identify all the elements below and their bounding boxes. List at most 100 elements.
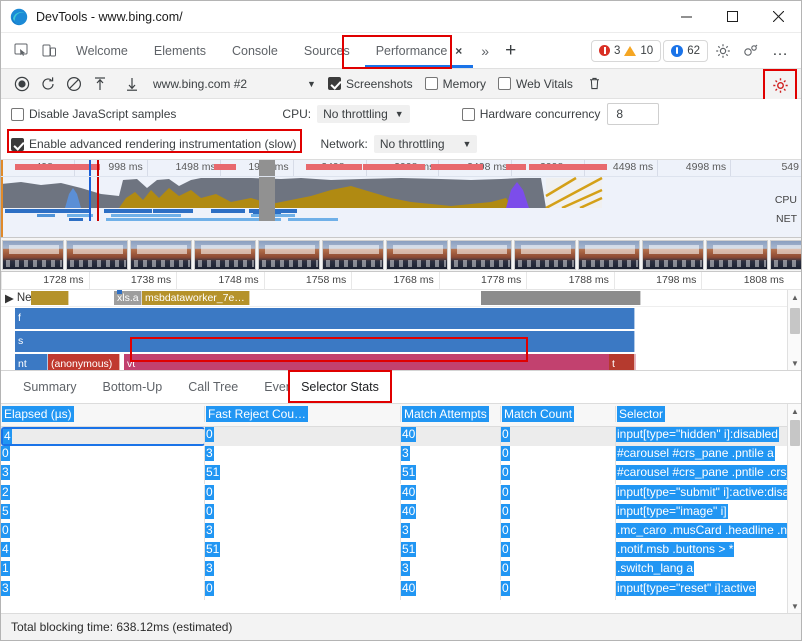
- table-cell[interactable]: 0: [501, 561, 616, 581]
- filmstrip-thumbnail[interactable]: [578, 240, 640, 270]
- filmstrip-thumbnail[interactable]: [770, 240, 801, 270]
- inspect-element-icon[interactable]: [7, 33, 35, 68]
- customize-devtools-icon[interactable]: [738, 38, 764, 64]
- table-scrollbar[interactable]: ▲ ▼: [787, 404, 801, 613]
- table-cell[interactable]: 40: [401, 427, 501, 446]
- checkbox-icon[interactable]: [327, 77, 341, 90]
- table-cell[interactable]: input[type="submit" i]:active:disabled: [616, 484, 789, 504]
- disable-js-samples-checkbox[interactable]: Disable JavaScript samples: [11, 107, 176, 121]
- tab-console[interactable]: Console: [219, 33, 291, 68]
- hardware-concurrency-input[interactable]: 8: [607, 103, 660, 125]
- flame-bar[interactable]: nt: [15, 354, 48, 370]
- flame-row[interactable]: s: [1, 330, 801, 353]
- filmstrip-thumbnail[interactable]: [450, 240, 512, 270]
- more-tabs-icon[interactable]: »: [475, 33, 495, 68]
- table-row[interactable]: 5 0 40 0 input[type="image" i]: [1, 503, 801, 523]
- table-cell[interactable]: 40: [401, 580, 501, 600]
- close-icon[interactable]: ×: [455, 44, 462, 58]
- table-cell[interactable]: 0: [501, 503, 616, 523]
- table-cell[interactable]: input[type="image" i]: [616, 503, 789, 523]
- table-cell[interactable]: 4: [1, 427, 205, 446]
- table-cell[interactable]: 0: [501, 427, 616, 446]
- table-cell[interactable]: 0: [205, 503, 401, 523]
- column-header[interactable]: Match Attempts: [401, 406, 501, 422]
- table-row[interactable]: 4 0 40 0 input[type="hidden" i]:disabled: [1, 427, 801, 447]
- table-cell[interactable]: .mc_caro .musCard .headline .nav a::afte…: [616, 522, 789, 542]
- table-cell[interactable]: 3: [205, 522, 401, 542]
- scrollbar-thumb[interactable]: [790, 308, 800, 334]
- flame-row[interactable]: f: [1, 307, 801, 330]
- table-cell[interactable]: 3: [401, 561, 501, 581]
- table-row[interactable]: 1 3 3 0 .switch_lang a: [1, 561, 801, 581]
- filmstrip-thumbnail[interactable]: [66, 240, 128, 270]
- tab-selector-stats[interactable]: Selector Stats: [288, 370, 392, 403]
- gear-icon[interactable]: [710, 38, 736, 64]
- checkbox-icon[interactable]: [11, 107, 24, 121]
- maximize-button[interactable]: [709, 1, 755, 33]
- network-request-bar[interactable]: [481, 291, 641, 305]
- filmstrip-thumbnail[interactable]: [258, 240, 320, 270]
- table-cell[interactable]: 3: [1, 580, 205, 600]
- profile-name[interactable]: www.bing.com #2: [153, 77, 247, 91]
- tab-performance[interactable]: Performance ×: [363, 33, 476, 68]
- close-button[interactable]: [755, 1, 801, 33]
- record-button[interactable]: [9, 71, 35, 97]
- table-cell[interactable]: 0: [1, 446, 205, 466]
- scroll-down-arrow[interactable]: ▼: [788, 356, 801, 370]
- flame-bar[interactable]: (anonymous): [48, 354, 120, 370]
- timeline-overview[interactable]: 498 ms998 ms1498 ms1998 ms2498 ms2998 ms…: [1, 160, 801, 238]
- selector-stats-table[interactable]: Elapsed (µs) Fast Reject Cou… Match Attemp…: [1, 404, 801, 614]
- table-cell[interactable]: 51: [401, 465, 501, 485]
- tab-sources[interactable]: Sources: [291, 33, 363, 68]
- checkbox-icon[interactable]: [461, 107, 475, 121]
- table-cell[interactable]: input[type="hidden" i]:disabled: [616, 427, 789, 446]
- issues-counts[interactable]: 3 10: [591, 39, 662, 62]
- flame-bar[interactable]: s: [15, 331, 635, 352]
- table-row[interactable]: 3 51 51 0 #carousel #crs_pane .pntile .crs_i…: [1, 465, 801, 485]
- table-cell[interactable]: 0: [1, 522, 205, 542]
- scroll-down-arrow[interactable]: ▼: [788, 599, 801, 613]
- table-cell[interactable]: 0: [205, 484, 401, 504]
- table-cell[interactable]: 3: [401, 522, 501, 542]
- filmstrip[interactable]: [1, 238, 801, 272]
- table-cell[interactable]: 0: [205, 580, 401, 600]
- tab-bottom-up[interactable]: Bottom-Up: [90, 371, 174, 403]
- chevron-down-icon[interactable]: ▼: [307, 79, 316, 89]
- filmstrip-thumbnail[interactable]: [706, 240, 768, 270]
- table-cell[interactable]: 0: [205, 427, 401, 446]
- table-cell[interactable]: .notif.msb .buttons > *: [616, 542, 789, 562]
- table-cell[interactable]: 51: [205, 465, 401, 485]
- table-body[interactable]: 4 0 40 0 input[type="hidden" i]:disabled 0 3 3 0…: [1, 427, 801, 613]
- network-track-row[interactable]: ▶ Network xls.a msbdataworker_7e…: [1, 290, 801, 307]
- table-cell[interactable]: 0: [501, 484, 616, 504]
- table-cell[interactable]: 1: [1, 561, 205, 581]
- table-cell[interactable]: 40: [401, 484, 501, 504]
- flame-row[interactable]: nt (anonymous) vt t: [1, 353, 801, 370]
- table-cell[interactable]: 3: [205, 561, 401, 581]
- table-cell[interactable]: 51: [401, 542, 501, 562]
- table-cell[interactable]: 5: [1, 503, 205, 523]
- delete-icon[interactable]: [587, 76, 602, 91]
- table-cell[interactable]: 0: [501, 580, 616, 600]
- more-options-icon[interactable]: …: [766, 42, 795, 60]
- checkbox-icon[interactable]: [498, 77, 512, 90]
- filmstrip-thumbnail[interactable]: [194, 240, 256, 270]
- table-cell[interactable]: 3: [401, 446, 501, 466]
- web-vitals-checkbox[interactable]: Web Vitals: [498, 77, 573, 91]
- scroll-up-arrow[interactable]: ▲: [788, 404, 801, 418]
- capture-settings-button[interactable]: [763, 69, 797, 101]
- save-profile-icon[interactable]: [119, 71, 145, 97]
- overview-selection-window[interactable]: [259, 160, 275, 221]
- scroll-up-arrow[interactable]: ▲: [788, 290, 801, 304]
- info-count-badge[interactable]: 62: [663, 39, 708, 62]
- table-cell[interactable]: #carousel #crs_pane .pntile a: [616, 446, 789, 466]
- cpu-throttling-select[interactable]: No throttling ▼: [317, 105, 410, 123]
- overview-window-left-handle[interactable]: [1, 160, 3, 237]
- table-cell[interactable]: 4: [1, 542, 205, 562]
- network-request-bar[interactable]: msbdataworker_7e…: [142, 291, 250, 305]
- hardware-concurrency-checkbox[interactable]: Hardware concurrency: [461, 107, 600, 121]
- column-header[interactable]: Elapsed (µs): [1, 406, 205, 422]
- filmstrip-thumbnail[interactable]: [386, 240, 448, 270]
- flame-bar[interactable]: t: [609, 354, 635, 370]
- flame-bar[interactable]: f: [15, 308, 635, 329]
